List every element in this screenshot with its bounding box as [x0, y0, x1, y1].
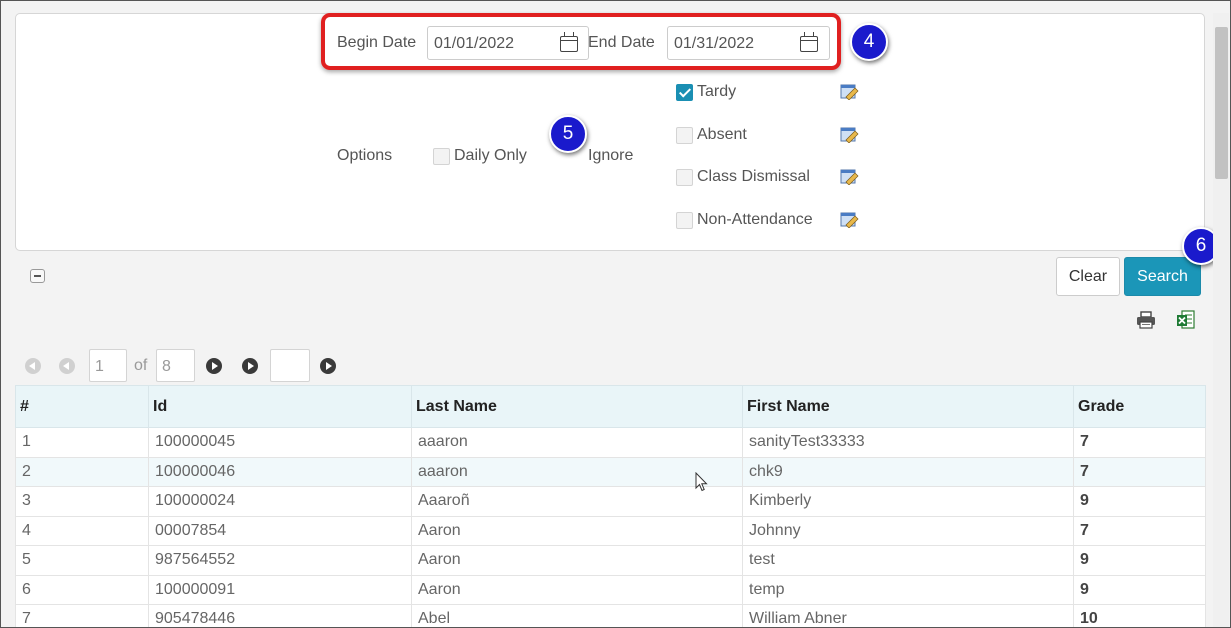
table-row[interactable]: 1 100000045 aaaron sanityTest33333 7 [15, 427, 1206, 458]
edit-icon[interactable] [840, 83, 859, 100]
print-icon[interactable] [1136, 311, 1156, 329]
grade-cell: 9 [1073, 486, 1206, 517]
row-number-cell: 5 [15, 545, 149, 576]
table-row[interactable]: 3 100000024 Aaaroñ Kimberly 9 [15, 486, 1206, 517]
row-number-cell: 1 [15, 427, 149, 458]
first-name-cell: sanityTest33333 [742, 427, 1074, 458]
row-number-cell: 7 [15, 604, 149, 627]
total-pages-box: 8 [156, 349, 195, 382]
goto-page-input[interactable] [270, 349, 310, 382]
id-cell: 100000045 [148, 427, 412, 458]
column-header-first-name[interactable]: First Name [742, 385, 1074, 428]
grade-cell: 7 [1073, 427, 1206, 458]
column-header-id[interactable]: Id [148, 385, 412, 428]
callout-badge-options: 5 [549, 115, 587, 153]
table-row[interactable]: 2 100000046 aaaron chk9 7 [15, 456, 1206, 487]
table-row[interactable]: 4 00007854 Aaron Johnny 7 [15, 515, 1206, 546]
edit-icon[interactable] [840, 168, 859, 185]
tardy-checkbox[interactable] [676, 84, 693, 101]
absent-label: Absent [697, 126, 747, 143]
last-name-cell: Aaron [411, 515, 743, 546]
first-name-cell: temp [742, 574, 1074, 605]
grade-cell: 7 [1073, 515, 1206, 546]
id-cell: 905478446 [148, 604, 412, 627]
previous-page-icon[interactable] [59, 358, 75, 374]
scrollbar-thumb[interactable] [1215, 27, 1228, 179]
id-cell: 100000046 [148, 456, 412, 487]
table-row[interactable]: 7 905478446 Abel William Abner 10 [15, 604, 1206, 627]
absent-checkbox[interactable] [676, 127, 693, 144]
id-cell: 100000091 [148, 574, 412, 605]
next-page-icon[interactable] [206, 358, 222, 374]
table-row[interactable]: 5 987564552 Aaron test 9 [15, 545, 1206, 576]
last-page-icon[interactable] [242, 358, 258, 374]
table-header-row: # Id Last Name First Name Grade [15, 385, 1206, 428]
column-header-number[interactable]: # [15, 385, 149, 428]
id-cell: 00007854 [148, 515, 412, 546]
last-name-cell: Aaron [411, 574, 743, 605]
id-cell: 987564552 [148, 545, 412, 576]
of-label: of [134, 357, 148, 374]
edit-icon[interactable] [840, 211, 859, 228]
daily-only-label: Daily Only [454, 147, 527, 164]
search-button[interactable]: Search [1124, 257, 1201, 296]
row-number-cell: 3 [15, 486, 149, 517]
non-attendance-checkbox[interactable] [676, 212, 693, 229]
grade-cell: 9 [1073, 574, 1206, 605]
first-name-cell: chk9 [742, 456, 1074, 487]
tardy-label: Tardy [697, 83, 737, 100]
excel-export-icon[interactable] [1176, 310, 1196, 330]
ignore-label: Ignore [588, 147, 634, 164]
column-header-grade[interactable]: Grade [1073, 385, 1206, 428]
row-number-cell: 6 [15, 574, 149, 605]
first-name-cell: William Abner [742, 604, 1074, 627]
first-name-cell: Johnny [742, 515, 1074, 546]
last-name-cell: aaaron [411, 456, 743, 487]
grade-cell: 9 [1073, 545, 1206, 576]
last-name-cell: Abel [411, 604, 743, 627]
daily-only-checkbox[interactable] [433, 148, 450, 165]
grade-cell: 7 [1073, 456, 1206, 487]
last-name-cell: aaaron [411, 427, 743, 458]
callout-badge-dates: 4 [850, 23, 888, 61]
mouse-cursor-icon [695, 472, 708, 492]
last-name-cell: Aaaroñ [411, 486, 743, 517]
clear-button[interactable]: Clear [1056, 257, 1120, 296]
date-range-highlight [321, 13, 841, 70]
report-window: Begin Date 01/01/2022 End Date 01/31/202… [0, 0, 1231, 628]
page-number-input[interactable]: 1 [89, 349, 127, 382]
goto-page-icon[interactable] [320, 358, 336, 374]
class-dismissal-checkbox[interactable] [676, 169, 693, 186]
id-cell: 100000024 [148, 486, 412, 517]
first-name-cell: test [742, 545, 1074, 576]
column-header-last-name[interactable]: Last Name [411, 385, 743, 428]
last-name-cell: Aaron [411, 545, 743, 576]
row-number-cell: 4 [15, 515, 149, 546]
first-page-icon[interactable] [25, 358, 41, 374]
options-label: Options [337, 147, 393, 164]
edit-icon[interactable] [840, 126, 859, 143]
non-attendance-label: Non-Attendance [697, 211, 813, 228]
grade-cell: 10 [1073, 604, 1206, 627]
class-dismissal-label: Class Dismissal [697, 168, 810, 185]
table-row[interactable]: 6 100000091 Aaron temp 9 [15, 574, 1206, 605]
collapse-panel-icon[interactable] [30, 269, 45, 283]
first-name-cell: Kimberly [742, 486, 1074, 517]
results-table: # Id Last Name First Name Grade 1 100000… [15, 385, 1206, 627]
row-number-cell: 2 [15, 456, 149, 487]
